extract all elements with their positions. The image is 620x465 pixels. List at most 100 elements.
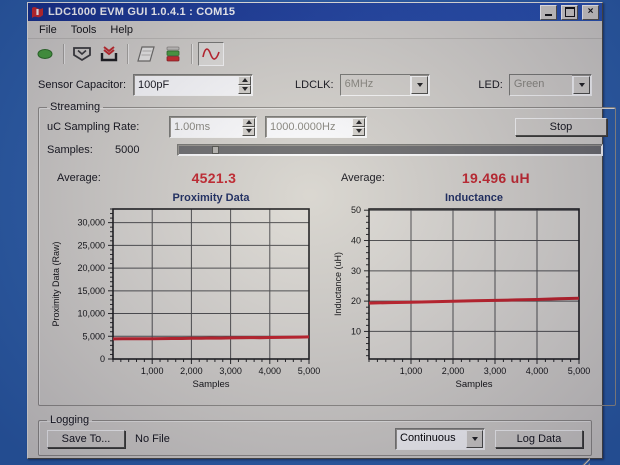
minimize-button[interactable] [540, 4, 557, 20]
sampling-rate-row: uC Sampling Rate: Stop [47, 115, 607, 138]
averages-row: Average: 4521.3 Average: 19.496 uH [47, 169, 607, 187]
log-mode-select[interactable]: Continuous [395, 428, 485, 450]
streaming-mode-button[interactable] [198, 41, 224, 66]
spin-up-button[interactable] [242, 117, 255, 127]
app-window: LDC1000 EVM GUI 1.0.4.1 : COM15 × File T… [27, 2, 616, 465]
waveform-icon [202, 47, 220, 60]
status-strip [38, 455, 592, 465]
led-label: LED: [478, 78, 503, 91]
close-button[interactable]: × [582, 4, 599, 20]
ldclk-label: LDCLK: [295, 78, 334, 91]
save-to-button[interactable]: Save To... [47, 430, 125, 448]
progress-bar [177, 143, 603, 156]
svg-text:30: 30 [351, 266, 361, 276]
spin-down-button[interactable] [352, 126, 365, 136]
sampling-rate-ms-stepper[interactable] [169, 115, 257, 138]
svg-text:20,000: 20,000 [77, 263, 105, 273]
progress-fill [179, 145, 601, 154]
chevron-down-icon [471, 437, 478, 441]
sensor-capacitor-input[interactable] [134, 74, 238, 95]
menu-file[interactable]: File [32, 23, 64, 37]
log-data-button[interactable]: Log Data [495, 430, 583, 448]
spinner-buttons [352, 117, 365, 136]
svg-text:1,000: 1,000 [141, 366, 164, 376]
spin-up-button[interactable] [352, 117, 365, 127]
triangle-up-icon [241, 78, 248, 82]
maximize-button[interactable] [561, 4, 578, 20]
menu-tools[interactable]: Tools [64, 23, 104, 37]
proximity-average-label: Average: [57, 172, 101, 184]
svg-text:25,000: 25,000 [77, 240, 105, 250]
resize-grip-icon[interactable] [578, 455, 590, 465]
svg-text:Samples: Samples [193, 379, 230, 390]
sampling-rate-hz-stepper[interactable] [265, 115, 367, 138]
logging-group: Logging Save To... No File Continuous Lo… [38, 414, 592, 456]
proximity-average-block: Average: 4521.3 [47, 170, 327, 186]
ldclk-select[interactable]: 6MHz [339, 73, 431, 96]
svg-text:5,000: 5,000 [82, 331, 105, 341]
maximize-icon [564, 7, 575, 17]
sensor-controls-row: Sensor Capacitor: LDCLK: 6MHz LED: Green [38, 73, 592, 96]
dropdown-button[interactable] [573, 75, 590, 94]
inductance-average-value: 19.496 uH [461, 170, 530, 186]
inductance-average-label: Average: [341, 172, 385, 184]
svg-text:15,000: 15,000 [77, 286, 105, 296]
svg-text:5,000: 5,000 [298, 366, 321, 376]
svg-text:40: 40 [351, 236, 361, 246]
dropdown-button[interactable] [411, 75, 429, 94]
svg-text:Proximity Data: Proximity Data [172, 192, 250, 204]
read-data-button[interactable] [70, 43, 94, 65]
menu-help[interactable]: Help [103, 23, 140, 37]
spin-down-button[interactable] [238, 84, 252, 94]
progress-marker [211, 145, 219, 154]
window-content: Sensor Capacitor: LDCLK: 6MHz LED: Green [28, 68, 616, 465]
stop-button[interactable]: Stop [515, 117, 607, 136]
svg-text:10: 10 [351, 326, 361, 336]
register-page-button[interactable] [134, 43, 158, 65]
led-status-icon [166, 46, 180, 61]
streaming-group: Streaming uC Sampling Rate: 1.00ms 1000.… [38, 101, 616, 406]
proximity-chart: 1,000 2,000 3,000 4,000 5,000 0 5,000 10,000 15,… [51, 192, 321, 390]
ldclk-value: 6MHz [340, 74, 411, 95]
svg-text:3,000: 3,000 [219, 366, 242, 376]
triangle-up-icon [245, 120, 252, 124]
spinner-buttons [242, 117, 255, 136]
chevron-down-icon [416, 82, 423, 87]
sensor-capacitor-label: Sensor Capacitor: [38, 78, 127, 91]
connect-button[interactable] [33, 43, 57, 65]
log-mode-value: Continuous [400, 432, 456, 444]
svg-text:30,000: 30,000 [77, 218, 105, 228]
title-bar[interactable]: LDC1000 EVM GUI 1.0.4.1 : COM15 × [28, 3, 602, 21]
svg-text:Inductance (uH): Inductance (uH) [333, 252, 343, 316]
sampling-rate-hz-input[interactable] [266, 116, 351, 137]
svg-text:5,000: 5,000 [568, 366, 591, 376]
samples-label: Samples: [47, 143, 93, 156]
charts-row: 1,000 2,000 3,000 4,000 5,000 0 5,000 10,000 15,… [47, 189, 607, 401]
spinner-buttons [238, 75, 252, 94]
dropdown-button[interactable] [466, 430, 483, 448]
write-data-button[interactable] [97, 43, 121, 65]
logging-group-label: Logging [50, 414, 90, 426]
svg-text:0: 0 [100, 354, 105, 364]
connect-icon [37, 48, 53, 59]
sensor-capacitor-stepper[interactable] [133, 73, 254, 96]
register-page-icon [137, 45, 155, 62]
inductance-average-block: Average: 19.496 uH [327, 170, 607, 186]
led-status-button[interactable] [161, 43, 185, 65]
spin-up-button[interactable] [238, 75, 252, 85]
led-select[interactable]: Green [508, 73, 592, 96]
write-data-icon [100, 45, 118, 61]
svg-text:50: 50 [351, 205, 361, 215]
toolbar [28, 39, 602, 68]
svg-text:1,000: 1,000 [400, 366, 423, 376]
sampling-rate-ms-input[interactable] [170, 116, 241, 137]
svg-text:2,000: 2,000 [180, 366, 203, 376]
triangle-down-icon [355, 129, 362, 133]
samples-value: 5000 [115, 143, 140, 156]
toolbar-separator [191, 43, 192, 64]
logging-row: Save To... No File Continuous Log Data [47, 427, 583, 451]
read-data-icon [73, 46, 91, 61]
log-file-label: No File [135, 433, 170, 445]
triangle-down-icon [245, 129, 252, 133]
spin-down-button[interactable] [242, 126, 255, 136]
